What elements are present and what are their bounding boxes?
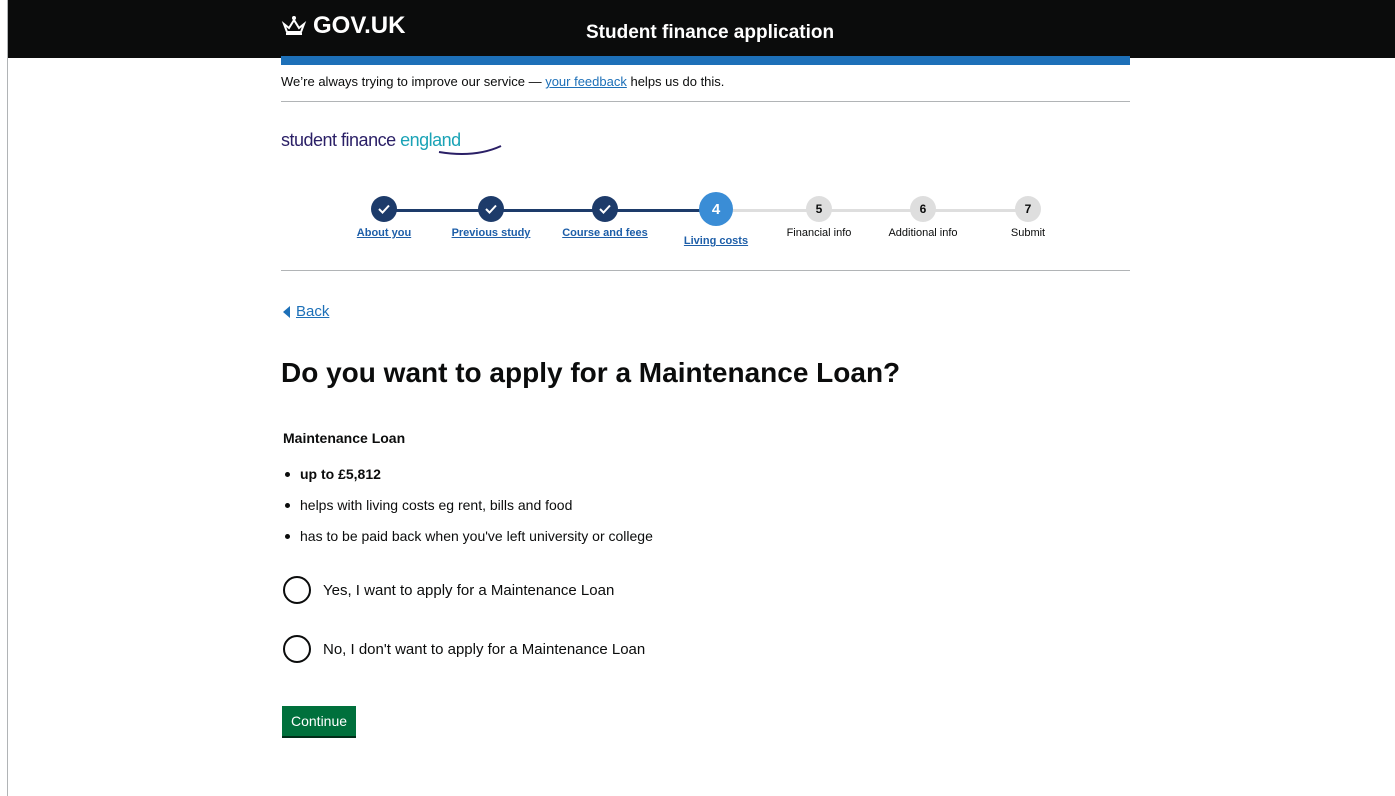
back-link[interactable]: Back: [283, 303, 329, 320]
govuk-logo-text: GOV.UK: [313, 12, 406, 39]
step-number: 4: [699, 192, 733, 226]
list-item: has to be paid back when you've left uni…: [283, 528, 653, 559]
crown-icon: [281, 15, 307, 37]
loan-details-list: up to £5,812 helps with living costs eg …: [283, 466, 653, 559]
list-item: up to £5,812: [283, 466, 653, 497]
back-arrow-icon: [283, 305, 290, 318]
step-label[interactable]: Course and fees: [545, 227, 665, 239]
page-title: Do you want to apply for a Maintenance L…: [281, 357, 901, 388]
bullet-icon: [285, 534, 290, 539]
radio-option-no[interactable]: No, I don't want to apply for a Maintena…: [283, 635, 645, 663]
feedback-banner: We’re always trying to improve our servi…: [281, 74, 724, 89]
progress-steps: About you Previous study Course and fees…: [340, 192, 1060, 256]
step-number: 5: [806, 196, 832, 222]
step-label: Additional info: [888, 227, 958, 239]
step-living-costs[interactable]: 4 Living costs: [656, 192, 776, 247]
step-additional-info: 6 Additional info: [863, 196, 983, 239]
radio-yes[interactable]: [283, 576, 311, 604]
radio-label[interactable]: No, I don't want to apply for a Maintena…: [323, 641, 645, 658]
divider: [281, 101, 1130, 102]
header-blue-bar: [281, 56, 1130, 65]
list-item: helps with living costs eg rent, bills a…: [283, 497, 653, 528]
bullet-icon: [285, 503, 290, 508]
check-icon: [478, 196, 504, 222]
list-item-text: up to £5,812: [300, 466, 381, 482]
feedback-text-before: We’re always trying to improve our servi…: [281, 74, 546, 89]
service-name[interactable]: Student finance application: [586, 22, 834, 44]
student-finance-england-logo: student finance england: [281, 130, 502, 155]
loan-heading: Maintenance Loan: [283, 430, 406, 446]
list-item-text: helps with living costs eg rent, bills a…: [300, 497, 573, 513]
step-label[interactable]: Previous study: [431, 227, 551, 239]
page-left-border: [7, 0, 8, 796]
back-label: Back: [296, 303, 330, 320]
brand-part1: student finance: [281, 130, 401, 150]
check-icon: [371, 196, 397, 222]
feedback-text-after: helps us do this.: [626, 74, 725, 89]
divider: [281, 270, 1130, 271]
radio-no[interactable]: [283, 635, 311, 663]
step-financial-info: 5 Financial info: [759, 196, 879, 239]
step-label[interactable]: Living costs: [656, 235, 776, 247]
step-label: Financial info: [786, 227, 852, 239]
check-icon: [592, 196, 618, 222]
radio-option-yes[interactable]: Yes, I want to apply for a Maintenance L…: [283, 576, 614, 604]
continue-button[interactable]: Continue: [282, 706, 357, 738]
step-number: 7: [1015, 196, 1041, 222]
list-item-text: has to be paid back when you've left uni…: [300, 528, 653, 544]
govuk-logo[interactable]: GOV.UK: [281, 12, 405, 40]
step-previous-study[interactable]: Previous study: [431, 196, 551, 239]
govuk-header: GOV.UK Student finance application: [8, 0, 1395, 58]
step-course-and-fees[interactable]: Course and fees: [545, 196, 665, 239]
feedback-link[interactable]: your feedback: [545, 74, 627, 89]
step-label: Submit: [1010, 227, 1046, 239]
radio-label[interactable]: Yes, I want to apply for a Maintenance L…: [323, 582, 614, 599]
bullet-icon: [285, 472, 290, 477]
brand-swoosh-icon: [438, 145, 502, 155]
step-submit: 7 Submit: [968, 196, 1088, 239]
step-about-you[interactable]: About you: [324, 196, 444, 239]
step-number: 6: [910, 196, 936, 222]
step-label[interactable]: About you: [324, 227, 444, 239]
